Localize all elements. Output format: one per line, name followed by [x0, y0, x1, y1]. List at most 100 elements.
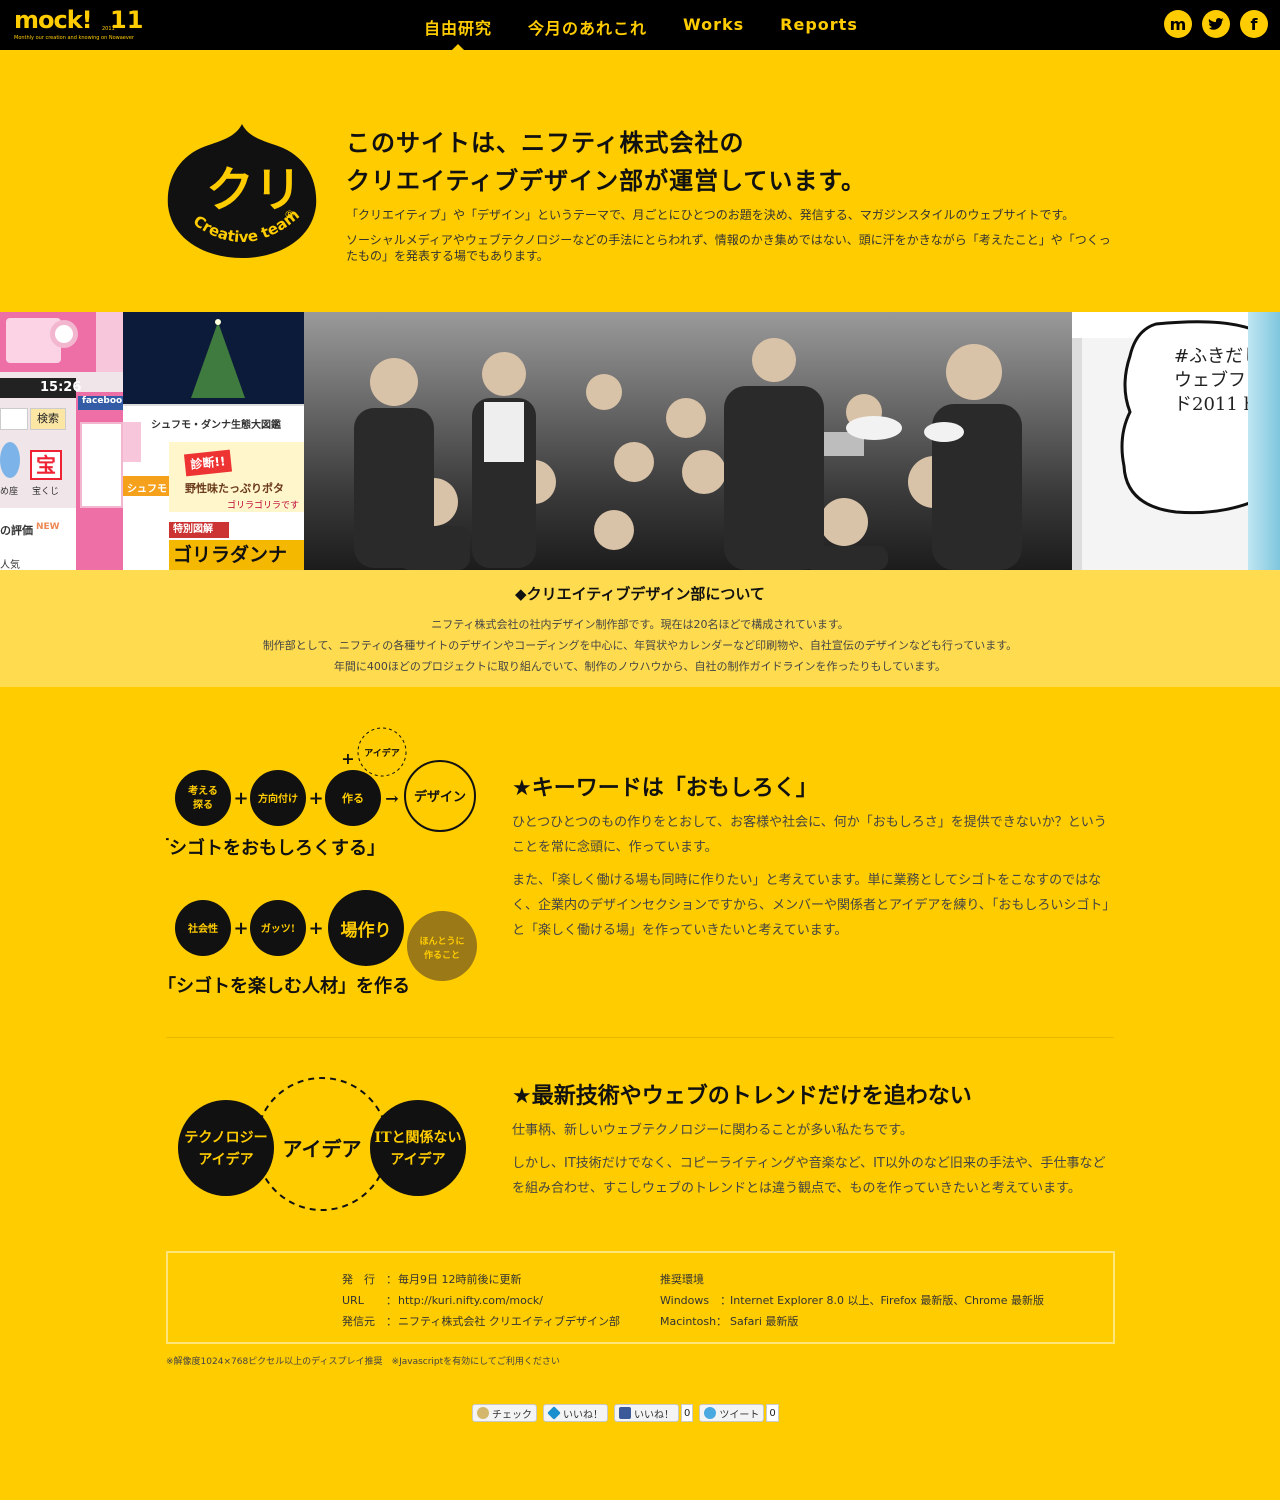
diagram-node: ガッツ! [261, 922, 295, 935]
info-key: Macintosh： [660, 1315, 728, 1328]
button-label: チェック [492, 1409, 532, 1421]
about-text: ニフティ株式会社の社内デザイン制作部です。現在は20名ほどで構成されています。 [431, 618, 849, 631]
zukan-title: シュフモ・ダンナ生態大図鑑 [151, 420, 281, 431]
tweet-button[interactable]: ツイート [699, 1404, 765, 1422]
publication-info: 発 行 ：毎月9日 12時前後に更新 URL ：http://kuri.nift… [342, 1271, 620, 1334]
phone-label: 人気 [0, 560, 20, 570]
photo-strip: 15:26 検索 宝 め座 宝くじ の評価 NEW 人気 facebook シュ… [0, 312, 1280, 570]
svg-text:+: + [341, 749, 354, 768]
mixi-icon [477, 1407, 489, 1419]
intro-title-line-2: クリエイティブデザイン部が運営しています。 [346, 167, 866, 195]
env-title: 推奨環境 [660, 1273, 704, 1286]
social-links: m f [1164, 10, 1268, 38]
facebook-icon[interactable]: f [1240, 10, 1268, 38]
fukidashi-image: #ふきだしッタ ウェブフォン ド2011 http:// [1072, 312, 1280, 570]
nav-item-works[interactable]: Works [665, 0, 762, 50]
tokubetsu-label: 特別図解 [169, 522, 229, 538]
share-buttons: チェック いいね！ いいね！ 0 ツイート 0 [472, 1404, 779, 1422]
trend-paragraph: 仕事柄、新しいウェブテクノロジーに関わることが多い私たちです。 [512, 1123, 913, 1138]
trend-paragraph: しかし、IT技術だけでなく、コピーライティングや音楽など、IT以外のなど旧来の手… [512, 1156, 1106, 1196]
button-label: いいね！ [563, 1409, 603, 1421]
collage-caption: ゴリラゴリラです [227, 501, 300, 511]
svg-text:→: → [385, 789, 398, 808]
section-divider [166, 1037, 1114, 1038]
trend-title: ★最新技術やウェブのトレンドだけを追わない [512, 1084, 972, 1109]
keyword-paragraph: また、「楽しく働ける場も同時に作りたい」と考えています。単に業務としてシゴトをこ… [512, 873, 1116, 938]
like-count: 0 [681, 1404, 694, 1422]
logo-issue-number: 11 [110, 6, 144, 34]
facebook-label: facebook [78, 396, 123, 410]
diagram-node: 作る [342, 791, 364, 805]
diagram-node: 社会性 [187, 922, 218, 935]
svg-text:+: + [308, 918, 323, 939]
environment-info: 推奨環境 Windows ：Internet Explorer 8.0 以上、F… [660, 1271, 1044, 1334]
phone-label: 宝くじ [32, 487, 60, 497]
venn-label-non-it: ITと関係ない [375, 1129, 462, 1146]
about-title: ◆クリエイティブデザイン部について [515, 585, 765, 603]
keyword-body: ひとつひとつのもの作りをとおして、お客様や社会に、何か「おもしろさ」を提供できな… [512, 810, 1116, 951]
diagram-node: デザイン [414, 789, 466, 805]
main-nav: 自由研究 今月のあれこれ Works Reports [406, 0, 876, 50]
svg-text:探る: 探る [193, 798, 213, 811]
twitter-icon[interactable] [1202, 10, 1230, 38]
goriradanna-title: ゴリラダンナ [169, 540, 304, 570]
tweet-count: 0 [766, 1404, 779, 1422]
mixi-like-button[interactable]: いいね！ [543, 1404, 608, 1422]
phone-label: の評価 [0, 524, 33, 537]
phone-treasure-icon: 宝 [30, 450, 62, 480]
display-note: ※解像度1024×768ピクセル以上のディスプレイ推奨 ※Javascriptを… [166, 1357, 560, 1367]
keyword-title: ★キーワードは「おもしろく」 [512, 776, 818, 801]
intro-paragraph: ソーシャルメディアやウェブテクノロジーなどの手法にとらわれず、情報のかき集めでは… [346, 233, 1111, 263]
info-value: 毎月9日 12時前後に更新 [398, 1273, 522, 1286]
intro-paragraph: 「クリエイティブ」や「デザイン」というテーマで、月ごとにひとつのお題を決め、発信… [346, 208, 1075, 222]
diagram-caption: 「シゴトをおもしろくする」 [166, 837, 385, 859]
nav-item-reports[interactable]: Reports [762, 0, 876, 50]
svg-text:+: + [233, 918, 248, 939]
info-value: Safari 最新版 [730, 1315, 799, 1328]
twitter-bird-icon [704, 1407, 717, 1419]
facebook-like-button[interactable]: いいね！ [614, 1404, 679, 1422]
mixi-check-button[interactable]: チェック [472, 1404, 537, 1422]
diagram-node: ほんとうに [419, 936, 464, 947]
site-url[interactable]: http://kuri.nifty.com/mock/ [398, 1294, 543, 1307]
logo-word: mock! [14, 6, 93, 34]
about-text: 年間に400ほどのプロジェクトに取り組んでいて、制作のノウハウから、自社の制作ガ… [333, 660, 947, 673]
intro-title: このサイトは、ニフティ株式会社の クリエイティブデザイン部が運営しています。 [346, 124, 1106, 200]
intro-description: 「クリエイティブ」や「デザイン」というテーマで、月ごとにひとつのお題を決め、発信… [346, 207, 1116, 273]
svg-text:+: + [308, 788, 323, 809]
diagram-node: 考える [188, 784, 218, 797]
diagram-node: 方向付け [258, 792, 298, 805]
svg-text:アイデア: アイデア [198, 1151, 253, 1168]
diagram-caption: 「シゴトを楽しむ人材」を作る [166, 975, 410, 997]
site-info-box: 発 行 ：毎月9日 12時前後に更新 URL ：http://kuri.nift… [166, 1251, 1115, 1344]
about-section: ◆クリエイティブデザイン部について ニフティ株式会社の社内デザイン制作部です。現… [0, 570, 1280, 687]
christmas-tree-illustration [191, 319, 245, 398]
site-logo[interactable]: mock! 2011 11 Monthly our creation and k… [14, 6, 143, 42]
intro-title-line-1: このサイトは、ニフティ株式会社の [346, 129, 745, 157]
idea-venn-diagram: テクノロジー アイデア アイデア ITと関係ない アイデア [178, 1077, 466, 1211]
info-key: 発 行 ： [342, 1273, 397, 1286]
keyword-paragraph: ひとつひとつのもの作りをとおして、お客様や社会に、何か「おもしろさ」を提供できな… [512, 815, 1107, 855]
mixi-check-icon[interactable]: m [1164, 10, 1192, 38]
trend-body: 仕事柄、新しいウェブテクノロジーに関わることが多い私たちです。 しかし、IT技術… [512, 1118, 1116, 1209]
venn-label-technology: テクノロジー [184, 1130, 267, 1146]
button-label: ツイート [719, 1409, 760, 1421]
new-badge: NEW [36, 522, 60, 532]
info-key: Windows ： [660, 1294, 732, 1307]
info-value: ニフティ株式会社 クリエイティブデザイン部 [398, 1315, 620, 1328]
shufumo-logo: シュフモ [123, 476, 169, 496]
gear-icon [50, 320, 78, 348]
omoshiroku-diagram: 考える 探る + 方向付け + 作る + アイデア → デザイン 「シゴトをおも… [166, 727, 477, 997]
about-text: 制作部として、ニフティの各種サイトのデザインやコーディングを中心に、年賀状やカレ… [262, 639, 1018, 652]
venn-label-idea: アイデア [283, 1137, 362, 1161]
phone-time: 15:26 [0, 378, 81, 398]
nav-item-kongetsu[interactable]: 今月のあれこれ [510, 0, 665, 50]
kuri-creative-team-logo: クリ ® Creative team [167, 124, 317, 258]
nav-item-jiyu-kenkyu[interactable]: 自由研究 [406, 0, 510, 50]
info-key: URL ： [342, 1294, 397, 1307]
info-key: 発信元 ： [342, 1315, 397, 1328]
phone-label: め座 [0, 487, 19, 497]
phone-screen-image: 15:26 検索 宝 め座 宝くじ の評価 NEW 人気 facebook [0, 312, 123, 570]
web-collage-image: シュフモ・ダンナ生態大図鑑 診断!! 野性味たっぷりポタ ゴリラゴリラです シュ… [123, 312, 304, 570]
logo-subtitle: Monthly our creation and knowing on Nowa… [14, 35, 134, 41]
